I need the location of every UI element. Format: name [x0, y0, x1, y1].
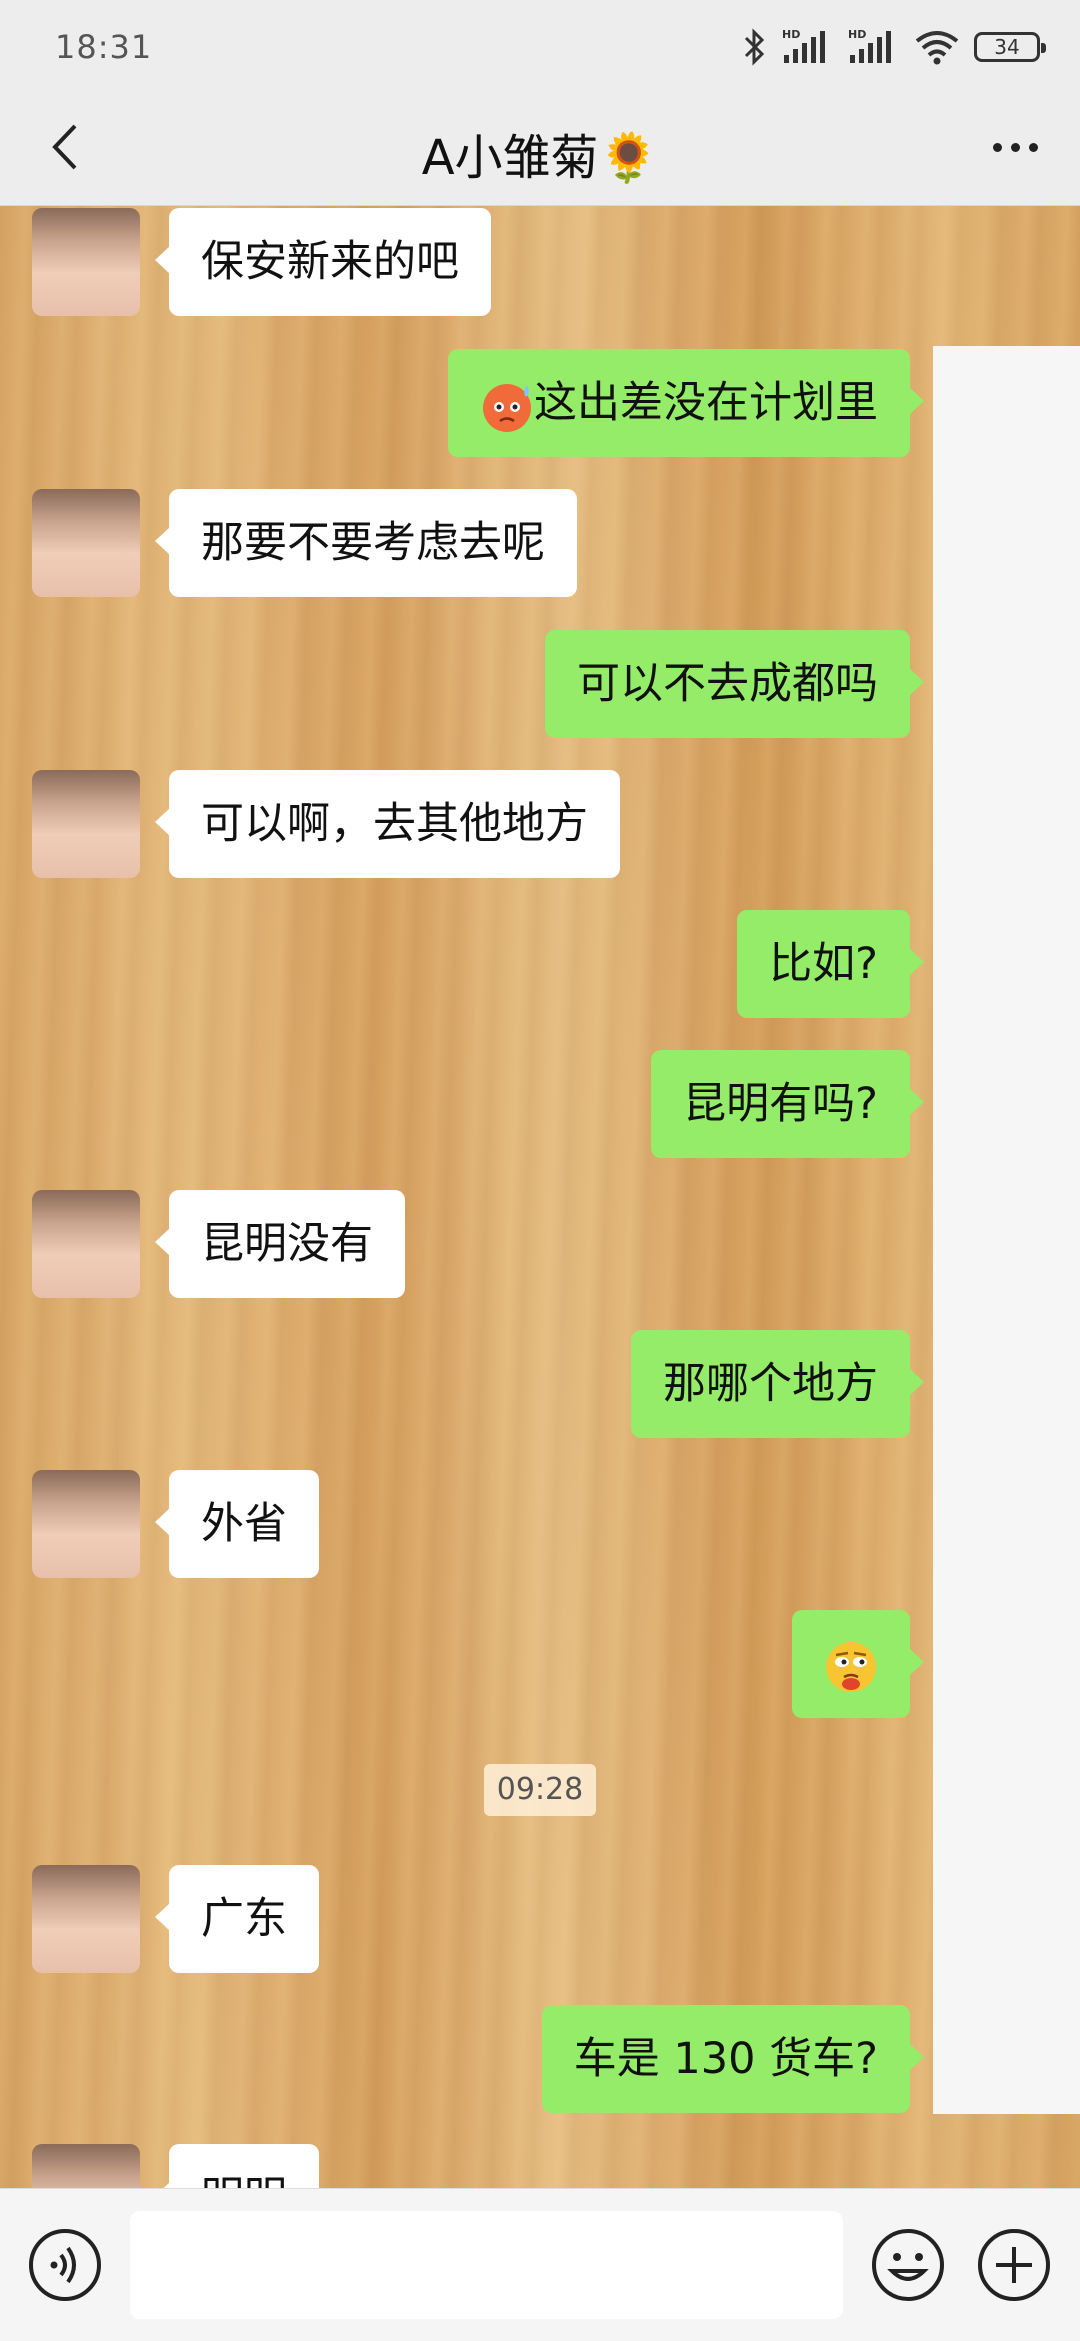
time-divider: 09:28	[484, 1764, 596, 1816]
message-bubble-incoming[interactable]: 那要不要考虑去呢	[155, 489, 577, 597]
wifi-icon	[915, 31, 959, 65]
message-text: 昆明没有	[201, 1219, 373, 1269]
message-bubble-outgoing[interactable]: 这出差没在计划里	[448, 349, 924, 457]
message-text: 比如?	[769, 939, 878, 989]
message-text: 那要不要考虑去呢	[201, 518, 545, 568]
plus-circle-icon	[978, 2229, 1050, 2301]
voice-icon	[29, 2229, 101, 2301]
emoji-button[interactable]	[870, 2227, 946, 2303]
more-dot-icon	[1028, 142, 1038, 152]
svg-text:HD: HD	[848, 28, 866, 41]
message-bubble-outgoing[interactable]: 车是 130 货车?	[541, 2005, 925, 2113]
message-text: 保安新来的吧	[201, 237, 459, 287]
bluetooth-icon	[744, 28, 765, 66]
contact-avatar[interactable]	[32, 208, 140, 316]
svg-text:HD: HD	[782, 28, 800, 41]
message-text: 车是 130 货车?	[573, 2034, 878, 2084]
input-bar	[0, 2188, 1080, 2341]
more-dot-icon	[1010, 142, 1020, 152]
thinking-face-emoji-icon	[826, 1641, 876, 1692]
message-bubble-incoming[interactable]: 昆明没有	[155, 1190, 405, 1298]
contact-avatar[interactable]	[32, 1865, 140, 1973]
contact-avatar[interactable]	[32, 1190, 140, 1298]
message-bubble-outgoing[interactable]: 昆明有吗?	[651, 1050, 924, 1158]
message-text: 可以不去成都吗	[577, 659, 878, 709]
chat-message-list[interactable]: 保安新来的吧 这出差没在计划里 那要不要考虑去呢 可以不去成都吗 可以啊，去其他…	[0, 206, 1080, 2188]
battery-indicator: 34	[974, 32, 1046, 62]
contact-avatar[interactable]	[32, 770, 140, 878]
message-bubble-outgoing[interactable]: 比如?	[737, 910, 924, 1018]
message-text: 昆明有吗?	[683, 1079, 878, 1129]
more-actions-button[interactable]	[976, 2227, 1052, 2303]
more-dot-icon	[992, 142, 1002, 152]
message-text: 这出差没在计划里	[534, 378, 878, 428]
contact-avatar[interactable]	[32, 1470, 140, 1578]
message-bubble-incoming[interactable]: 广东	[155, 1865, 319, 1973]
status-bar: 18:31 HD HD 34	[0, 0, 1080, 90]
message-bubble-incoming[interactable]: 可以啊，去其他地方	[155, 770, 620, 878]
contact-avatar[interactable]	[32, 2144, 140, 2188]
message-bubble-incoming[interactable]: 明明	[155, 2144, 319, 2188]
contact-avatar[interactable]	[32, 489, 140, 597]
message-text: 那哪个地方	[663, 1359, 878, 1409]
status-time: 18:31	[55, 28, 153, 66]
chat-header: A小雏菊🌻	[0, 90, 1080, 206]
message-bubble-outgoing[interactable]	[792, 1610, 924, 1718]
message-text: 广东	[201, 1894, 287, 1944]
voice-input-button[interactable]	[27, 2227, 103, 2303]
message-bubble-outgoing[interactable]: 可以不去成都吗	[545, 630, 924, 738]
status-icons: HD HD 34	[742, 22, 1046, 72]
smiley-icon	[872, 2229, 944, 2301]
signal-hd-icon-2: HD	[848, 28, 891, 63]
message-bubble-incoming[interactable]: 外省	[155, 1470, 319, 1578]
message-text: 外省	[201, 1499, 287, 1549]
signal-hd-icon: HD	[782, 28, 825, 63]
message-input[interactable]	[130, 2211, 843, 2319]
message-text: 可以啊，去其他地方	[201, 799, 588, 849]
message-bubble-outgoing[interactable]: 那哪个地方	[631, 1330, 924, 1438]
more-options-button[interactable]	[975, 112, 1055, 182]
anxious-sweat-emoji-icon	[483, 383, 531, 432]
chat-title: A小雏菊🌻	[421, 130, 659, 186]
overlay-panel	[933, 346, 1080, 2114]
message-text: 明明	[201, 2173, 287, 2188]
message-bubble-incoming[interactable]: 保安新来的吧	[155, 208, 491, 316]
